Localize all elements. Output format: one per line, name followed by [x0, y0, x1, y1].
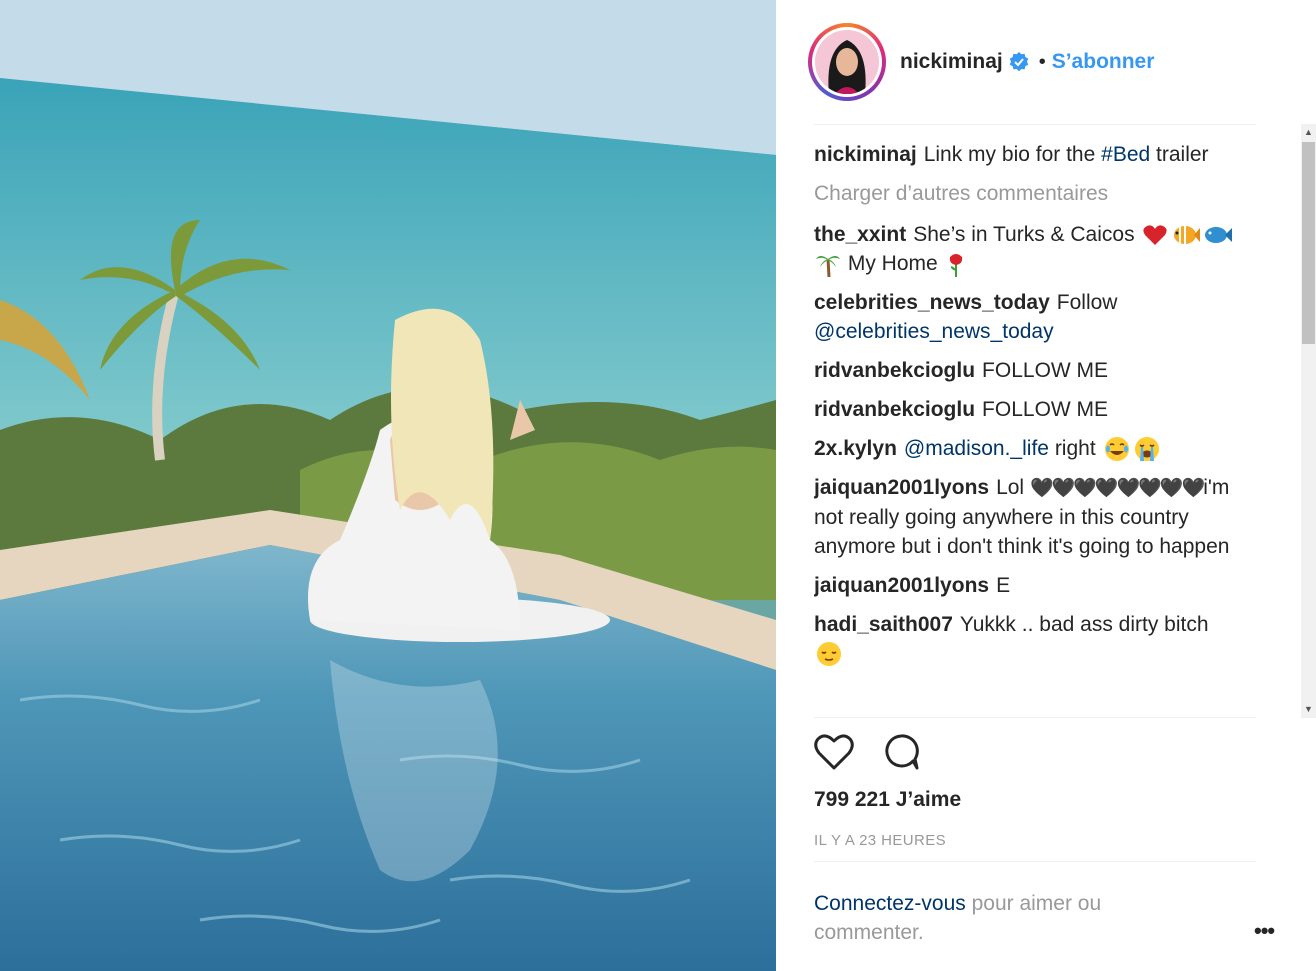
fish-emoji-icon: [1205, 227, 1233, 244]
comment-item: hadi_saith007 Yukkk .. bad ass dirty bitc…: [814, 610, 1264, 668]
hashtag-link[interactable]: #Bed: [1101, 143, 1150, 166]
avatar[interactable]: [808, 23, 886, 101]
comment-username[interactable]: hadi_saith007: [814, 613, 953, 636]
caption-username[interactable]: nickiminaj: [814, 143, 917, 166]
scroll-up-arrow-icon[interactable]: ▲: [1301, 124, 1316, 141]
comment-username[interactable]: ridvanbekcioglu: [814, 359, 975, 382]
heart-emoji-icon: [1143, 225, 1168, 246]
comments-divider: [814, 717, 1256, 718]
separator-dot: •: [1038, 50, 1046, 73]
comment-text: right: [1054, 437, 1096, 460]
tropical-fish-emoji-icon: [1174, 226, 1201, 245]
comment-item: jaiquan2001lyons Lol 🖤🖤🖤🖤🖤🖤🖤🖤i'm not real…: [814, 473, 1264, 561]
post-header: nickiminaj • S’abonner: [808, 22, 1278, 102]
verified-badge-icon: [1009, 52, 1028, 72]
login-prompt: Connectez-vous pour aimer ou commenter.: [814, 889, 1194, 947]
comment-item: celebrities_news_today Follow @celebritie…: [814, 288, 1264, 346]
load-more-comments-button[interactable]: Charger d’autres commentaires: [814, 179, 1264, 208]
comment-item: 2x.kylyn @madison._life right: [814, 434, 1264, 463]
rose-emoji-icon: [949, 254, 962, 278]
comments-scrollbar[interactable]: ▲ ▼: [1301, 124, 1316, 718]
avatar-image: [815, 30, 879, 94]
comment-item: the_xxint She’s in Turks & Caicos My Home: [814, 220, 1264, 278]
comment-text: Follow: [1056, 291, 1118, 314]
more-options-icon[interactable]: •••: [1254, 918, 1275, 944]
palm-tree-emoji-icon: [816, 256, 840, 278]
mention-link[interactable]: @celebrities_news_today: [814, 320, 1054, 343]
comment-text: FOLLOW ME: [982, 359, 1109, 382]
comment-text: She’s in Turks & Caicos: [913, 223, 1135, 246]
comment-text: E: [996, 574, 1011, 597]
footer-divider: [814, 861, 1256, 862]
likes-count[interactable]: 799 221 J’aime: [814, 788, 961, 812]
mention-link[interactable]: @madison._life: [904, 437, 1049, 460]
comment-username[interactable]: the_xxint: [814, 223, 906, 246]
comment-item: jaiquan2001lyons E: [814, 571, 1264, 600]
photo-scene: [0, 0, 776, 971]
comment-bubble-icon[interactable]: [882, 733, 920, 771]
joy-face-emoji-icon: [1104, 437, 1129, 462]
caption: nickiminaj Link my bio for the #Bed trail…: [814, 140, 1264, 169]
comment-text-line2: My Home: [847, 252, 938, 275]
post-actions: [814, 733, 920, 771]
scroll-down-arrow-icon[interactable]: ▼: [1301, 701, 1316, 718]
caption-text: Link my bio for the: [923, 143, 1096, 166]
username-link[interactable]: nickiminaj: [900, 50, 1003, 74]
comment-username[interactable]: ridvanbekcioglu: [814, 398, 975, 421]
relieved-face-emoji-icon: [817, 642, 841, 667]
post-photo[interactable]: [0, 0, 776, 971]
comment-text-before: Lol: [996, 476, 1025, 499]
comment-username[interactable]: jaiquan2001lyons: [814, 476, 989, 499]
post-side-panel: nickiminaj • S’abonner nickiminaj Link my…: [776, 0, 1316, 971]
crying-face-emoji-icon: [1134, 437, 1159, 462]
login-link[interactable]: Connectez-vous: [814, 892, 966, 915]
comment-text: FOLLOW ME: [982, 398, 1109, 421]
comment-text: Yukkk .. bad ass dirty bitch: [959, 613, 1209, 636]
header-divider: [814, 124, 1256, 125]
comment-username[interactable]: jaiquan2001lyons: [814, 574, 989, 597]
comments-list[interactable]: nickiminaj Link my bio for the #Bed trail…: [814, 140, 1264, 715]
comment-item: ridvanbekcioglu FOLLOW ME: [814, 356, 1264, 385]
like-heart-icon[interactable]: [814, 733, 854, 771]
follow-button[interactable]: S’abonner: [1052, 50, 1155, 74]
post-timestamp[interactable]: IL Y A 23 HEURES: [814, 832, 946, 849]
black-hearts-emoji-icon: 🖤🖤🖤🖤🖤🖤🖤🖤: [1029, 478, 1205, 499]
caption-text-after: trailer: [1156, 143, 1209, 166]
scroll-thumb[interactable]: [1302, 142, 1315, 344]
comment-username[interactable]: celebrities_news_today: [814, 291, 1050, 314]
comment-item: ridvanbekcioglu FOLLOW ME: [814, 395, 1264, 424]
comment-username[interactable]: 2x.kylyn: [814, 437, 897, 460]
